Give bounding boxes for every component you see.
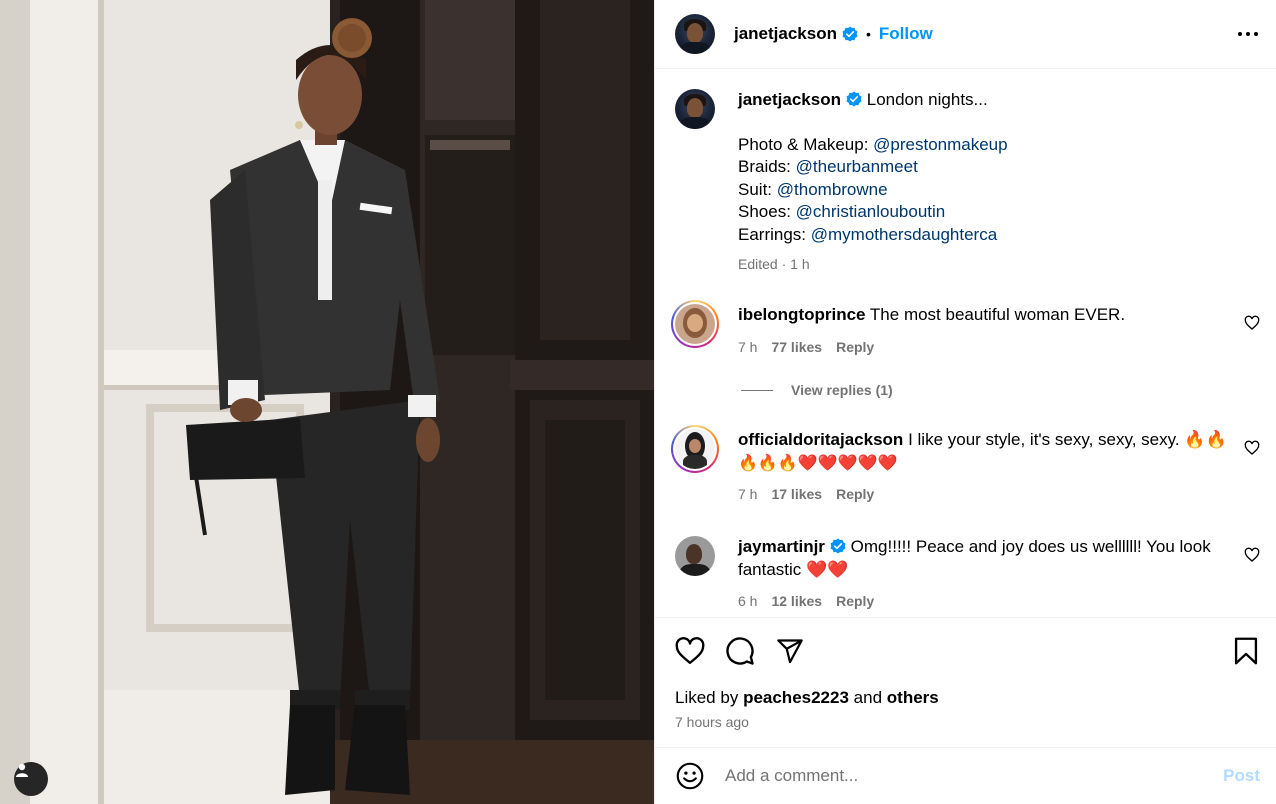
post-timestamp[interactable]: 7 hours ago (675, 714, 749, 730)
header-username[interactable]: janetjackson (734, 24, 837, 44)
comment-row: officialdoritajackson I like your style,… (671, 425, 1260, 506)
follow-button[interactable]: Follow (879, 24, 933, 44)
like-comment-heart-icon[interactable] (1244, 315, 1260, 331)
comment-text: Omg!!!!! Peace and joy does us wellllll!… (850, 537, 1211, 556)
comment-likes[interactable]: 17 likes (771, 486, 822, 502)
save-button[interactable] (1230, 635, 1262, 667)
post-comment-button[interactable]: Post (1223, 766, 1260, 786)
tagged-users-button[interactable] (14, 762, 48, 796)
comment-time[interactable]: 7 h (738, 339, 757, 355)
heart-icon (675, 637, 705, 665)
add-comment-input[interactable] (725, 766, 1224, 786)
mention-link[interactable]: @prestonmakeup (873, 135, 1007, 154)
more-horizontal-icon (1238, 32, 1258, 36)
comment-time[interactable]: 7 h (738, 486, 757, 502)
avatar[interactable] (675, 14, 715, 54)
caption-credit: Photo & Makeup: @prestonmakeup (738, 134, 1008, 154)
share-button[interactable] (774, 635, 806, 667)
liked-by-user[interactable]: peaches2223 (743, 688, 849, 707)
verified-badge-icon (842, 26, 858, 42)
caption-text: London nights... (866, 90, 988, 109)
comment-text-cont: 🔥🔥🔥❤️❤️❤️❤️❤️ (738, 452, 898, 472)
avatar[interactable] (675, 536, 715, 576)
comment-likes[interactable]: 12 likes (771, 593, 822, 609)
comment-row: ibelongtoprince The most beautiful woman… (671, 300, 1260, 358)
comment-time[interactable]: 6 h (738, 593, 757, 609)
like-comment-heart-icon[interactable] (1244, 547, 1260, 563)
comment-text: I like your style, it's sexy, sexy, sexy… (908, 430, 1227, 449)
comment-text: The most beautiful woman EVER. (869, 305, 1126, 324)
like-button[interactable] (674, 635, 706, 667)
verified-badge-icon (830, 538, 846, 554)
caption-credit: Braids: @theurbanmeet (738, 157, 918, 177)
mention-link[interactable]: @mymothersdaughterca (811, 225, 997, 244)
reply-button[interactable]: Reply (836, 339, 874, 355)
comment-likes[interactable]: 77 likes (771, 339, 822, 355)
emoji-button[interactable] (675, 761, 705, 791)
reply-button[interactable]: Reply (836, 486, 874, 502)
post-actions: Liked by peaches2223 and others 7 hours … (655, 617, 1276, 747)
verified-badge-icon (846, 91, 862, 107)
caption-credit: Suit: @thombrowne (738, 179, 888, 199)
view-replies-button[interactable]: View replies (1) (741, 382, 893, 398)
mention-link[interactable]: @theurbanmeet (796, 157, 918, 176)
mention-link[interactable]: @christianlouboutin (796, 202, 946, 221)
caption-username[interactable]: janetjackson (738, 90, 841, 109)
emoji-icon (676, 762, 704, 790)
liked-by: Liked by peaches2223 and others (675, 688, 939, 707)
comment-text-cont: fantastic ❤️❤️ (738, 559, 849, 579)
send-icon (777, 639, 803, 664)
caption-credit: Shoes: @christianlouboutin (738, 202, 946, 222)
comment-icon (726, 637, 754, 665)
avatar-story-ring[interactable] (671, 425, 719, 473)
caption-credit: Earrings: @mymothersdaughterca (738, 224, 998, 244)
more-options-button[interactable] (1236, 22, 1260, 46)
post-photo[interactable] (0, 0, 654, 804)
reply-button[interactable]: Reply (836, 593, 874, 609)
like-comment-heart-icon[interactable] (1244, 440, 1260, 456)
mention-link[interactable]: @thombrowne (777, 180, 888, 199)
avatar[interactable] (675, 89, 715, 129)
comment-username[interactable]: jaymartinjr (738, 537, 825, 556)
caption: janetjackson London nights... Photo & Ma… (675, 89, 1260, 275)
comment-username[interactable]: officialdoritajackson (738, 430, 903, 449)
add-comment-bar: Post (655, 747, 1276, 804)
photo-illustration (0, 0, 654, 804)
post-side-panel: janetjackson • Follow janetjackson Londo… (654, 0, 1276, 804)
comment-username[interactable]: ibelongtoprince (738, 305, 866, 324)
caption-meta: Edited · 1 h (738, 255, 810, 272)
avatar-story-ring[interactable] (671, 300, 719, 348)
divider-line (741, 389, 773, 391)
comment-button[interactable] (724, 635, 756, 667)
bookmark-icon (1234, 637, 1258, 665)
liked-by-others[interactable]: others (887, 688, 939, 707)
user-icon (16, 763, 28, 777)
post-header: janetjackson • Follow (655, 0, 1276, 69)
header-separator: • (866, 26, 871, 42)
comment-row: jaymartinjr Omg!!!!! Peace and joy does … (675, 536, 1260, 613)
comments-list[interactable]: janetjackson London nights... Photo & Ma… (655, 70, 1276, 617)
